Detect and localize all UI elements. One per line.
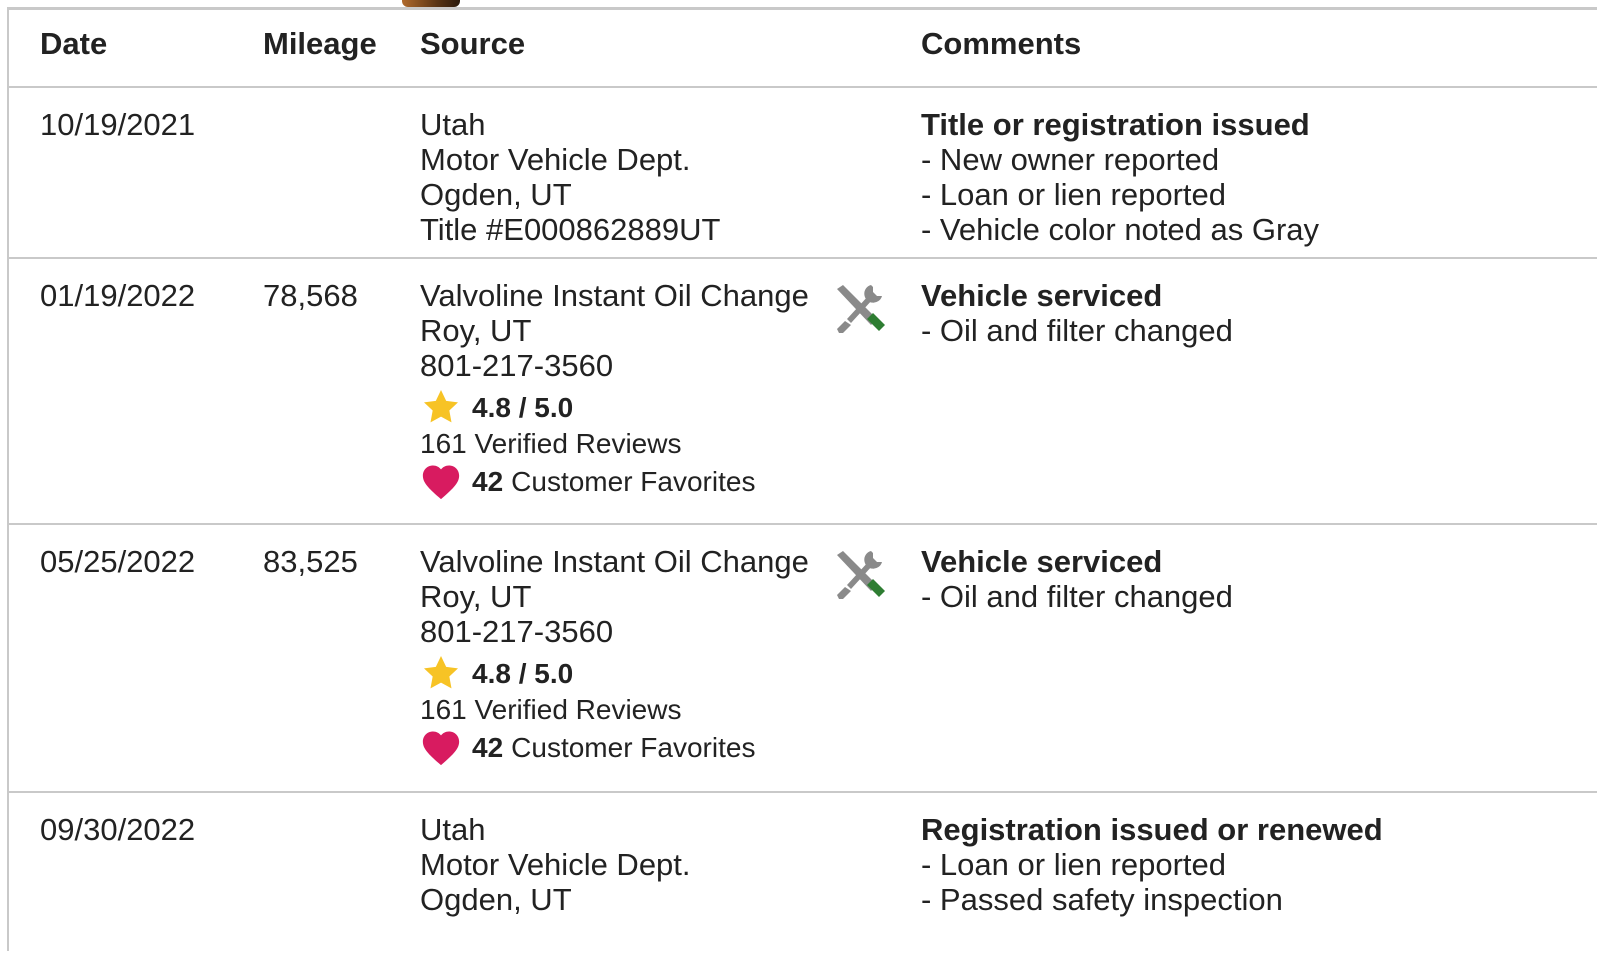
comment-item: - Vehicle color noted as Gray — [921, 212, 1320, 247]
tools-icon — [831, 281, 887, 342]
comment-title: Registration issued or renewed — [921, 812, 1383, 847]
record-comments: Vehicle serviced - Oil and filter change… — [921, 544, 1233, 614]
record-comments: Registration issued or renewed - Loan or… — [921, 812, 1383, 917]
comment-title: Title or registration issued — [921, 107, 1310, 142]
tools-icon — [831, 547, 887, 608]
table-row: 10/19/2021 Utah Motor Vehicle Dept. Ogde… — [9, 88, 1597, 259]
source-line: Utah — [420, 812, 486, 847]
verified-reviews-link[interactable]: 161 Verified Reviews — [420, 693, 809, 727]
phone-number[interactable]: 801-217-3560 — [420, 614, 809, 649]
rating-value: 4.8 / 5.0 — [472, 391, 574, 423]
favorites-label: Customer Favorites — [511, 465, 756, 497]
favorites-label: Customer Favorites — [511, 731, 756, 763]
record-date: 05/25/2022 — [40, 544, 196, 579]
comment-item: - Passed safety inspection — [921, 882, 1283, 917]
comment-item: - Loan or lien reported — [921, 177, 1227, 212]
comment-title: Vehicle serviced — [921, 544, 1163, 579]
comment-item: - Oil and filter changed — [921, 313, 1233, 348]
comment-title: Vehicle serviced — [921, 278, 1163, 313]
table-row: 05/25/2022 83,525 Valvoline Instant Oil … — [9, 525, 1597, 793]
comment-item: - New owner reported — [921, 142, 1220, 177]
verified-reviews-link[interactable]: 161 Verified Reviews — [420, 427, 809, 461]
record-comments: Vehicle serviced - Oil and filter change… — [921, 278, 1233, 348]
phone-number[interactable]: 801-217-3560 — [420, 348, 809, 383]
column-header-comments: Comments — [921, 26, 1082, 61]
table-header: Date Mileage Source Comments — [9, 10, 1597, 88]
comment-item: - Loan or lien reported — [921, 847, 1227, 882]
source-line: Utah — [420, 107, 486, 142]
record-date: 09/30/2022 — [40, 812, 196, 847]
rating-value: 4.8 / 5.0 — [472, 657, 574, 689]
star-icon — [424, 656, 458, 689]
record-mileage: 78,568 — [263, 278, 358, 313]
source-line: Motor Vehicle Dept. — [420, 142, 691, 177]
favorites-count: 42 — [472, 731, 504, 763]
shop-rating: 4.8 / 5.0 — [420, 653, 809, 693]
customer-favorites: 42 Customer Favorites — [420, 727, 809, 767]
record-source: Utah Motor Vehicle Dept. Ogden, UT — [420, 812, 691, 917]
record-source: Valvoline Instant Oil Change Roy, UT 801… — [420, 544, 809, 767]
table-row: 01/19/2022 78,568 Valvoline Instant Oil … — [9, 259, 1597, 525]
record-comments: Title or registration issued - New owner… — [921, 107, 1319, 247]
source-line: Roy, UT — [420, 313, 532, 348]
customer-favorites: 42 Customer Favorites — [420, 461, 809, 501]
record-date: 01/19/2022 — [40, 278, 196, 313]
record-date: 10/19/2021 — [40, 107, 196, 142]
comment-item: - Oil and filter changed — [921, 579, 1233, 614]
source-line: Ogden, UT — [420, 177, 572, 212]
favorites-count: 42 — [472, 465, 504, 497]
vehicle-thumbnail-edge — [402, 0, 460, 7]
column-header-mileage: Mileage — [263, 26, 377, 61]
record-mileage: 83,525 — [263, 544, 358, 579]
source-line: Roy, UT — [420, 579, 532, 614]
source-line: Ogden, UT — [420, 882, 572, 917]
star-icon — [424, 390, 458, 423]
shop-rating: 4.8 / 5.0 — [420, 387, 809, 427]
record-source: Valvoline Instant Oil Change Roy, UT 801… — [420, 278, 809, 501]
shop-name-link[interactable]: Valvoline Instant Oil Change — [420, 544, 809, 579]
table-row: 09/30/2022 Utah Motor Vehicle Dept. Ogde… — [9, 793, 1597, 954]
history-table: Date Mileage Source Comments 10/19/2021 … — [7, 7, 1597, 951]
shop-name-link[interactable]: Valvoline Instant Oil Change — [420, 278, 809, 313]
heart-icon — [422, 465, 460, 500]
record-source: Utah Motor Vehicle Dept. Ogden, UT Title… — [420, 107, 720, 247]
column-header-date: Date — [40, 26, 108, 61]
heart-icon — [422, 731, 460, 766]
source-line: Motor Vehicle Dept. — [420, 847, 691, 882]
source-line: Title #E000862889UT — [420, 212, 721, 247]
column-header-source: Source — [420, 26, 526, 61]
